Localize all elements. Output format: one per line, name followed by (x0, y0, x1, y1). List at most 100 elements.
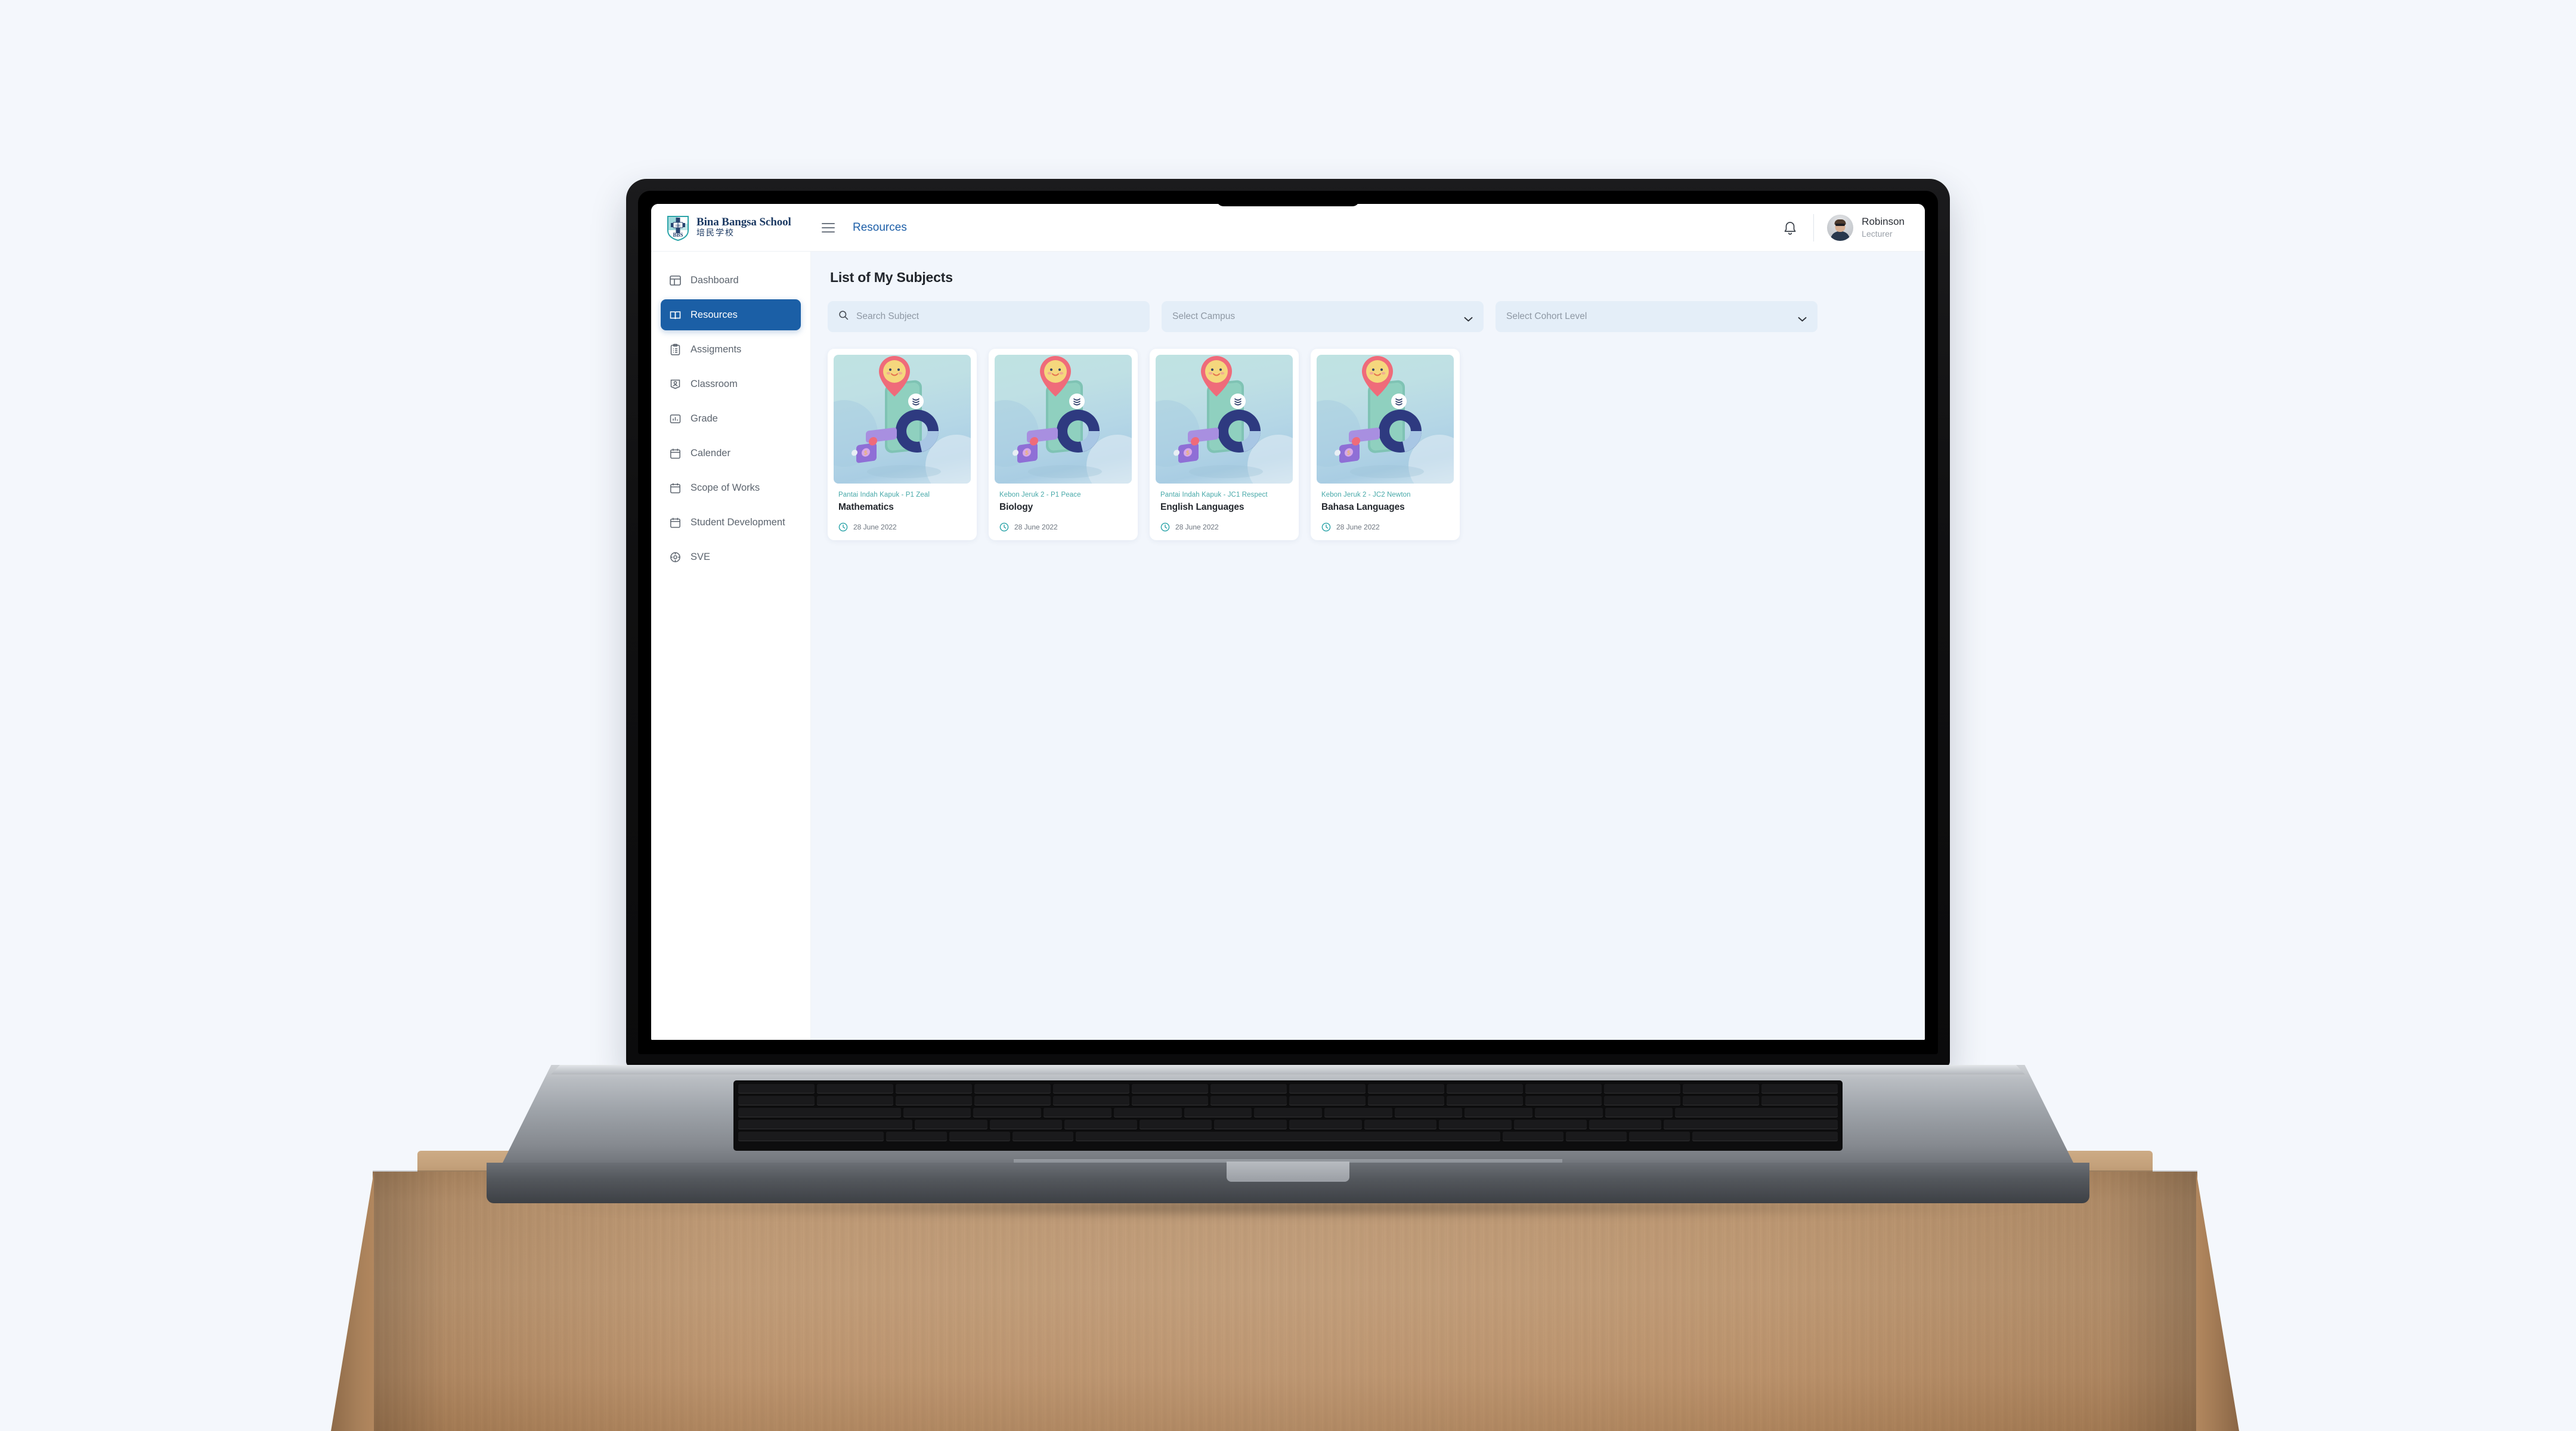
keyboard-key (738, 1108, 901, 1117)
keyboard-key (1289, 1084, 1366, 1094)
keyboard-key (1289, 1096, 1366, 1105)
sidebar-item-label: Calender (691, 447, 730, 459)
subject-card[interactable]: $ Pantai Indah Kapuk - P1 Zeal Mathemati… (828, 349, 977, 540)
sidebar-item-grade[interactable]: Grade (661, 403, 801, 434)
sidebar-item-label: Resources (691, 309, 738, 320)
sidebar-item-label: Assigments (691, 343, 742, 355)
keyboard-key (1761, 1084, 1838, 1094)
svg-text:BBS: BBS (673, 232, 683, 238)
keyboard-key (1053, 1096, 1129, 1105)
keyboard-key (1692, 1132, 1838, 1141)
svg-text:$: $ (1025, 450, 1029, 457)
sidebar-item-scope-of-works[interactable]: Scope of Works (661, 472, 801, 503)
subject-card-grid: $ Pantai Indah Kapuk - P1 Zeal Mathemati… (828, 349, 1908, 540)
chevron-down-icon (1464, 314, 1473, 321)
cohort-select-label: Select Cohort Level (1506, 311, 1587, 321)
app-body: Dashboard Resources Assigments Classroom… (651, 252, 1925, 1040)
keyboard-key (896, 1084, 972, 1094)
keyboard-key (989, 1120, 1063, 1129)
clock-icon (1321, 522, 1331, 532)
keyboard-key (1324, 1108, 1392, 1117)
clock-icon (999, 522, 1009, 532)
scene-root: 培民 BBS Bina Bangsa School 培民学校 Resources… (0, 0, 2576, 1431)
svg-text:$: $ (1186, 450, 1190, 457)
subject-card[interactable]: $ Kebon Jeruk 2 - P1 Peace Biology 28 Ju… (989, 349, 1138, 540)
keyboard-key (1044, 1108, 1111, 1117)
bell-icon[interactable] (1782, 219, 1798, 236)
keyboard-key (738, 1084, 815, 1094)
keyboard-key (1289, 1120, 1362, 1129)
keyboard-key (1214, 1120, 1287, 1129)
laptop-lid: 培民 BBS Bina Bangsa School 培民学校 Resources… (626, 179, 1950, 1067)
sidebar-item-label: Grade (691, 413, 718, 424)
subject-date-row: 28 June 2022 (834, 513, 971, 540)
sidebar-item-dashboard[interactable]: Dashboard (661, 265, 801, 296)
keyboard-key (1513, 1120, 1587, 1129)
sidebar-item-calender[interactable]: Calender (661, 438, 801, 469)
base-notch-grip (1227, 1161, 1349, 1182)
keyboard-key (1534, 1108, 1603, 1117)
keyboard-key (896, 1096, 972, 1105)
subject-campus: Kebon Jeruk 2 - JC2 Newton (1321, 491, 1411, 498)
sidebar-item-sve[interactable]: SVE (661, 541, 801, 572)
breadcrumb[interactable]: Resources (853, 221, 907, 234)
sidebar-item-classroom[interactable]: Classroom (661, 368, 801, 399)
subject-date: 28 June 2022 (1336, 523, 1380, 531)
keyboard-key (1012, 1132, 1073, 1141)
sidebar-item-assigments[interactable]: Assigments (661, 334, 801, 365)
sidebar-item-label: Scope of Works (691, 482, 760, 493)
subject-card[interactable]: $ Kebon Jeruk 2 - JC2 Newton Bahasa Lang… (1311, 349, 1460, 540)
subject-name: Mathematics (838, 502, 894, 512)
user-role: Lecturer (1862, 228, 1893, 238)
laptop-base (487, 1065, 2089, 1203)
keyboard-key (1525, 1084, 1602, 1094)
subject-card[interactable]: $ Pantai Indah Kapuk - JC1 Respect Engli… (1150, 349, 1299, 540)
hamburger-icon[interactable] (822, 222, 835, 233)
keyboard-key (1447, 1096, 1523, 1105)
brand-logo[interactable]: 培民 BBS Bina Bangsa School 培民学校 (651, 215, 811, 241)
subject-thumbnail: $ (1156, 355, 1293, 484)
keyboard-key (1210, 1096, 1287, 1105)
sidebar-item-label: Classroom (691, 378, 738, 389)
sidebar-item-label: Dashboard (691, 274, 739, 286)
brand-name-en: Bina Bangsa School (696, 216, 791, 229)
clock-icon (838, 522, 848, 532)
keyboard-key (1210, 1084, 1287, 1094)
subject-name: Biology (999, 502, 1033, 512)
sidebar-item-resources[interactable]: Resources (661, 299, 801, 330)
keyboard-key (1075, 1132, 1501, 1141)
avatar-glasses (1835, 224, 1846, 227)
keyboard-key (817, 1096, 893, 1105)
subject-date: 28 June 2022 (1175, 523, 1219, 531)
keyboard-key (886, 1132, 948, 1141)
avatar[interactable] (1827, 214, 1854, 241)
keyboard-key (1254, 1108, 1322, 1117)
keyboard-key (1465, 1108, 1532, 1117)
hamburger-bar (822, 231, 835, 233)
campus-select[interactable]: Select Campus (1162, 301, 1484, 332)
campus-select-label: Select Campus (1172, 311, 1236, 321)
search-icon (838, 310, 849, 323)
keyboard-key (1589, 1120, 1662, 1129)
chevron-down-icon (1798, 314, 1807, 321)
cohort-level-select[interactable]: Select Cohort Level (1496, 301, 1818, 332)
keyboard-key (914, 1120, 987, 1129)
brand-name-cn: 培民学校 (696, 228, 735, 238)
keyboard-key (1761, 1096, 1838, 1105)
sidebar-item-student-development[interactable]: Student Development (661, 507, 801, 538)
school-crest-icon: 培民 BBS (667, 215, 689, 241)
subject-campus: Kebon Jeruk 2 - P1 Peace (999, 491, 1081, 498)
avatar-body (1831, 231, 1850, 241)
keyboard-key (738, 1120, 912, 1129)
subject-thumbnail: $ (1317, 355, 1454, 484)
user-info[interactable]: Robinson Lecturer (1862, 215, 1905, 240)
keyboard-key (817, 1084, 893, 1094)
search-input[interactable]: Search Subject (828, 301, 1150, 332)
svg-text:$: $ (1347, 450, 1351, 457)
keyboard (733, 1080, 1843, 1151)
dashboard-icon (669, 274, 682, 287)
keyboard-key (1566, 1132, 1627, 1141)
subject-date-row: 28 June 2022 (1317, 513, 1454, 540)
keyboard-key (1604, 1096, 1680, 1105)
calendar-icon (669, 482, 682, 494)
